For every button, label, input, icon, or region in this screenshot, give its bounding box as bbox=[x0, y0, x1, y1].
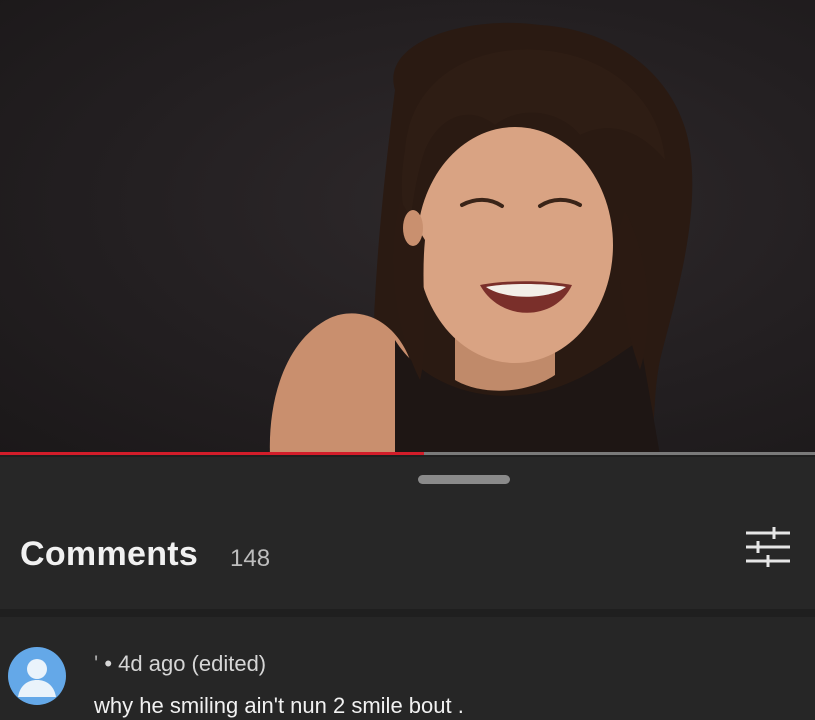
comments-sheet: Comments 148 ' • 4d ago (edited) why he … bbox=[0, 457, 815, 720]
header-divider bbox=[0, 609, 815, 617]
comments-header: Comments 148 bbox=[0, 517, 815, 607]
comment-timestamp: 4d ago (edited) bbox=[118, 651, 267, 676]
meta-separator: • bbox=[98, 651, 119, 676]
sheet-drag-handle[interactable] bbox=[418, 475, 510, 484]
video-progress-fill bbox=[0, 452, 424, 455]
video-player[interactable] bbox=[0, 0, 815, 455]
comment-meta: ' • 4d ago (edited) bbox=[94, 651, 266, 677]
sort-sliders-icon[interactable] bbox=[744, 525, 792, 569]
video-page: Comments 148 ' • 4d ago (edited) why he … bbox=[0, 0, 815, 720]
video-frame-illustration bbox=[269, 22, 693, 455]
video-progress-bar[interactable] bbox=[0, 452, 815, 455]
comments-count: 148 bbox=[230, 545, 271, 572]
comment-item[interactable]: ' • 4d ago (edited) why he smiling ain't… bbox=[0, 617, 815, 720]
default-user-avatar-icon[interactable] bbox=[8, 647, 66, 705]
comments-title: Comments bbox=[20, 535, 199, 573]
comment-text: why he smiling ain't nun 2 smile bout . bbox=[94, 693, 464, 718]
